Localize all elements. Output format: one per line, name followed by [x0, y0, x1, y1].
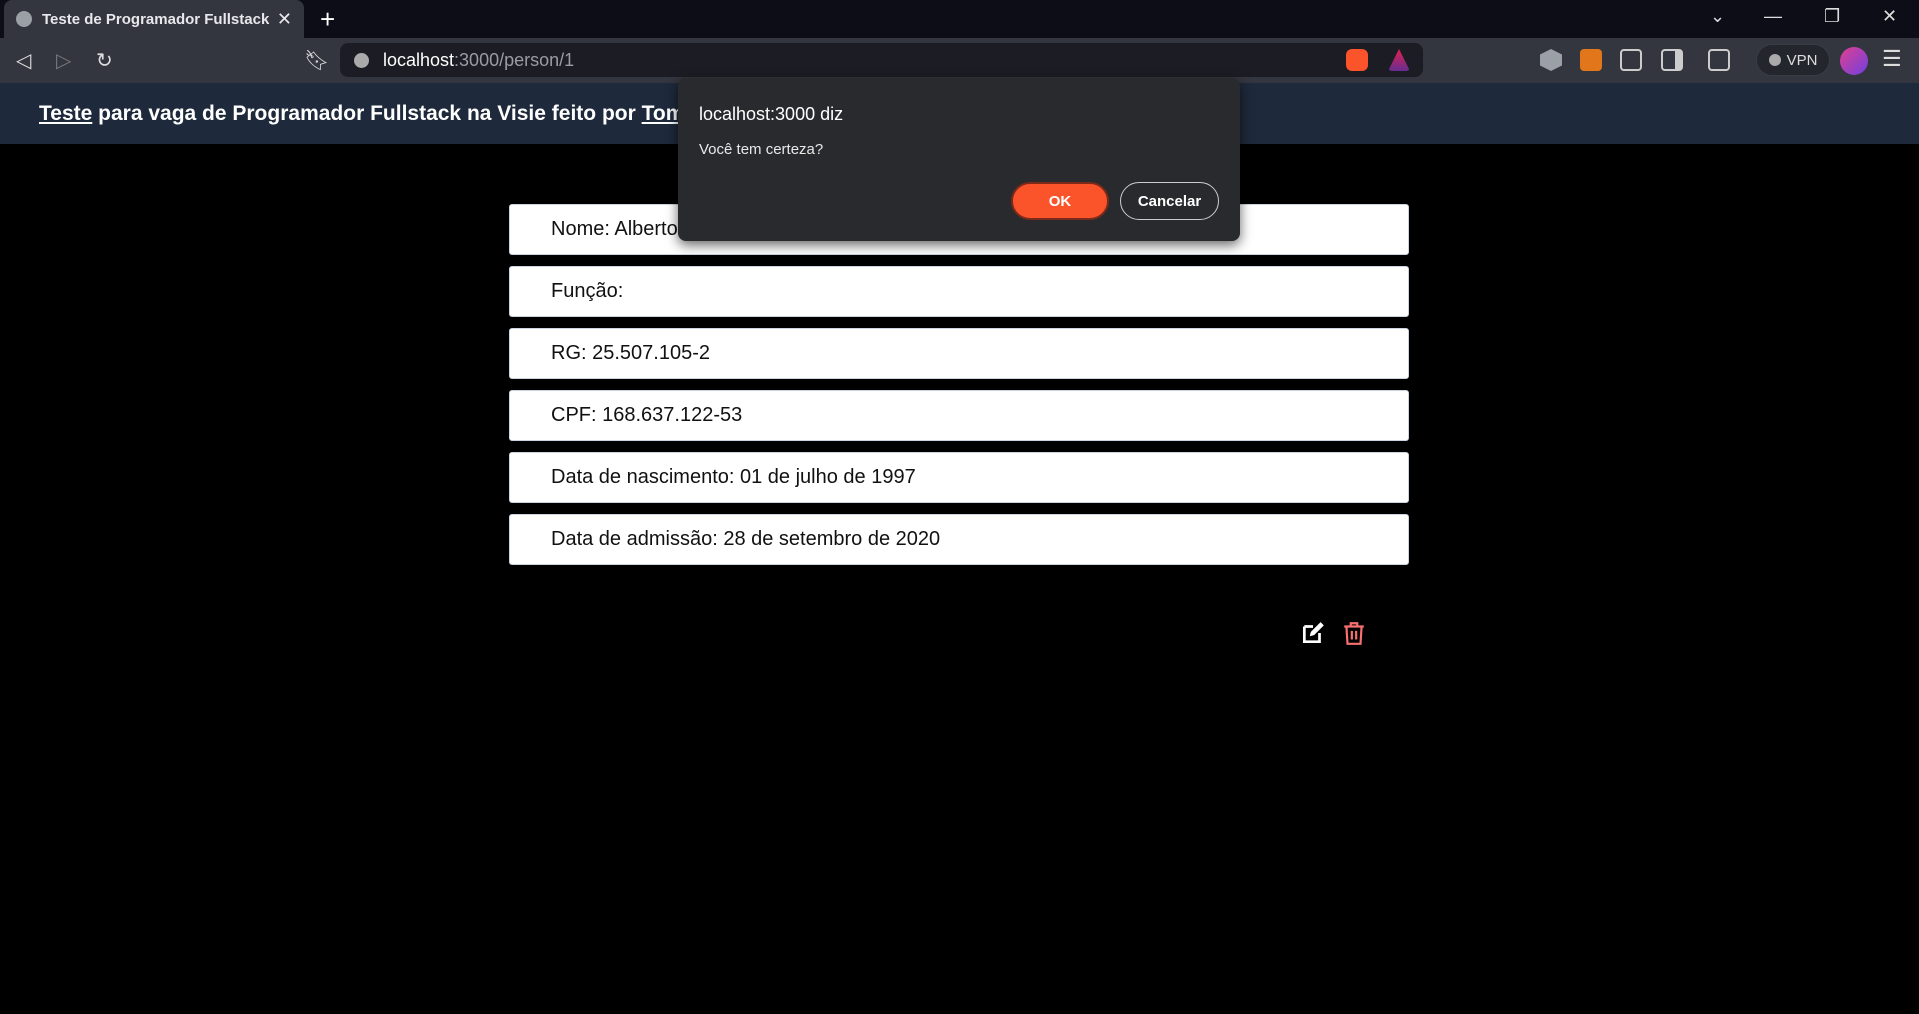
field-funcao: Função: — [509, 266, 1409, 317]
ok-button[interactable]: OK — [1011, 182, 1109, 220]
field-admissao: Data de admissão: 28 de setembro de 2020 — [509, 514, 1409, 565]
header-text: para vaga de Programador Fullstack na Vi… — [92, 101, 642, 125]
back-icon[interactable]: ◁ — [16, 48, 31, 73]
field-rg: RG: 25.507.105-2 — [509, 328, 1409, 379]
cancel-button[interactable]: Cancelar — [1120, 182, 1219, 220]
edit-icon[interactable] — [1300, 619, 1326, 647]
vpn-label: VPN — [1786, 51, 1818, 69]
minimize-icon[interactable]: — — [1764, 6, 1782, 27]
sidebar-icon[interactable] — [1661, 49, 1683, 71]
browser-toolbar: ◁ ▷ ↻ 🔖︎ localhost:3000/person/1 VPN ☰ — [0, 38, 1919, 83]
url-host: localhost — [383, 49, 455, 70]
metamask-icon[interactable] — [1580, 49, 1602, 71]
extensions-icon[interactable] — [1620, 49, 1642, 71]
browser-tab[interactable]: Teste de Programador Fullstack ✕ — [4, 0, 304, 38]
teste-link[interactable]: Teste — [39, 102, 92, 126]
field-cpf: CPF: 168.637.122-53 — [509, 390, 1409, 441]
forward-icon[interactable]: ▷ — [56, 48, 71, 73]
close-window-icon[interactable]: ✕ — [1882, 6, 1897, 27]
globe-icon — [16, 11, 32, 27]
field-nascimento: Data de nascimento: 01 de julho de 1997 — [509, 452, 1409, 503]
bookmark-icon[interactable]: 🔖︎ — [304, 48, 329, 73]
tab-bar: Teste de Programador Fullstack ✕ + ⌄ — ❐… — [0, 0, 1919, 38]
address-bar[interactable]: localhost:3000/person/1 — [340, 43, 1423, 77]
vpn-button[interactable]: VPN — [1756, 44, 1830, 76]
info-icon[interactable] — [354, 52, 369, 68]
close-tab-icon[interactable]: ✕ — [277, 9, 292, 30]
password-manager-icon[interactable] — [1540, 49, 1562, 71]
tab-search-chevron-icon[interactable]: ⌄ — [1710, 6, 1725, 27]
restore-icon[interactable]: ❐ — [1824, 6, 1840, 27]
new-tab-button[interactable]: + — [320, 4, 335, 35]
tab-title: Teste de Programador Fullstack — [42, 10, 270, 28]
trash-icon[interactable] — [1341, 619, 1367, 647]
url-path: :3000/person/1 — [454, 49, 575, 70]
brave-shields-icon[interactable] — [1346, 49, 1368, 71]
dialog-title: localhost:3000 diz — [699, 104, 844, 124]
dialog-message: Você tem certeza? — [699, 141, 824, 158]
vpn-status-icon — [1768, 54, 1781, 66]
menu-icon[interactable]: ☰ — [1882, 46, 1902, 72]
confirm-dialog: localhost:3000 diz Você tem certeza? OK … — [678, 78, 1240, 241]
profile-avatar[interactable] — [1840, 47, 1868, 75]
reload-icon[interactable]: ↻ — [96, 48, 113, 73]
wallet-icon[interactable] — [1708, 49, 1730, 71]
